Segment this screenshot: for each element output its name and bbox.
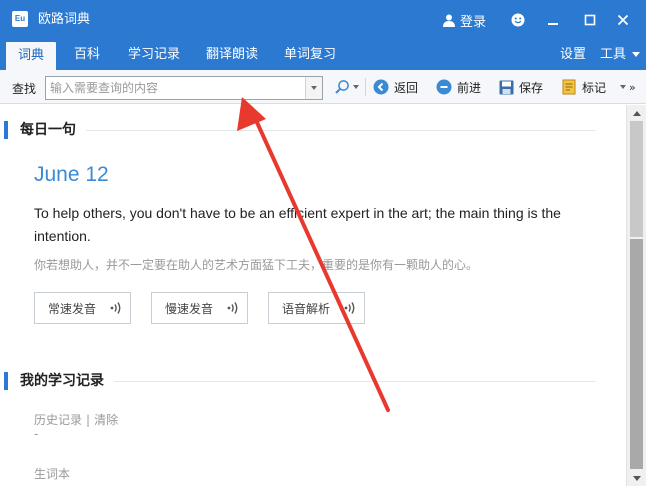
section-accent-bar — [4, 372, 8, 390]
daily-sentence-header: 每日一句 — [0, 120, 596, 140]
section-accent-bar — [4, 121, 8, 139]
maximize-button[interactable] — [578, 8, 602, 32]
login-button[interactable]: 登录 — [443, 11, 487, 30]
speech-analysis-button[interactable]: 语音解析 — [268, 292, 365, 324]
maximize-icon — [584, 14, 596, 26]
minimize-button[interactable] — [541, 8, 565, 32]
chevron-up-icon — [633, 110, 641, 116]
section-title: 我的学习记录 — [20, 372, 114, 390]
save-label: 保存 — [519, 80, 544, 95]
title-bar: Eu 欧路词典 登录 — [0, 0, 646, 40]
slow-speed-audio-button[interactable]: 慢速发音 — [151, 292, 248, 324]
search-box — [45, 76, 323, 100]
close-button[interactable] — [611, 8, 635, 32]
chevron-down-icon — [632, 52, 641, 57]
tab-study-records[interactable]: 学习记录 — [120, 40, 188, 70]
double-chevron-right-icon: » — [629, 80, 636, 94]
daily-date: June 12 — [34, 163, 109, 186]
forward-label: 前进 — [457, 80, 482, 95]
smiley-icon — [511, 13, 525, 27]
search-icon — [335, 80, 349, 94]
forward-button[interactable]: 前进 — [436, 77, 481, 97]
minimize-icon — [548, 23, 558, 25]
speaker-waves-icon — [344, 302, 355, 314]
chevron-down-icon — [311, 86, 317, 90]
feedback-button[interactable] — [506, 8, 530, 32]
save-button[interactable]: 保存 — [499, 77, 543, 97]
link-separator: | — [86, 413, 91, 427]
tools-menu[interactable]: 工具 — [600, 40, 641, 70]
bookmark-icon — [562, 79, 576, 95]
search-button[interactable] — [334, 77, 359, 97]
tab-dictionary[interactable]: 词典 — [6, 42, 56, 70]
close-icon — [617, 14, 629, 26]
toolbar-overflow-button[interactable]: » — [620, 77, 636, 97]
mark-button[interactable]: 标记 — [562, 77, 606, 97]
study-records-header: 我的学习记录 — [0, 371, 596, 391]
button-label: 常速发音 — [48, 301, 97, 316]
mark-label: 标记 — [582, 80, 607, 95]
tab-encyclopedia[interactable]: 百科 — [62, 40, 112, 70]
tab-translate-read[interactable]: 翻译朗读 — [198, 40, 266, 70]
speaker-waves-icon — [227, 302, 238, 314]
find-label: 查找 — [12, 82, 37, 96]
section-divider — [20, 130, 596, 131]
save-icon — [499, 80, 514, 94]
vertical-scrollbar[interactable] — [626, 105, 646, 486]
tab-bar: 词典 百科 学习记录 翻译朗读 单词复习 设置 工具 — [0, 40, 646, 70]
scroll-down-button[interactable] — [630, 471, 644, 485]
settings-menu[interactable]: 设置 — [560, 40, 586, 70]
scrollbar-track-lower[interactable] — [630, 239, 643, 469]
normal-speed-audio-button[interactable]: 常速发音 — [34, 292, 131, 324]
back-label: 返回 — [394, 80, 419, 95]
chevron-down-icon — [633, 475, 641, 481]
tools-label: 工具 — [600, 47, 627, 62]
history-row: 历史记录 | 清除 — [34, 411, 118, 428]
content-area: 每日一句 June 12 To help others, you don't h… — [0, 105, 626, 486]
history-empty-value: - — [34, 427, 39, 441]
app-logo: Eu — [12, 11, 28, 27]
toolbar-divider — [365, 78, 366, 96]
search-input[interactable] — [46, 77, 304, 99]
button-label: 慢速发音 — [165, 301, 214, 316]
vocabulary-book-link[interactable]: 生词本 — [34, 465, 70, 482]
button-label: 语音解析 — [282, 301, 331, 316]
section-title: 每日一句 — [20, 121, 86, 139]
daily-quote-chinese: 你若想助人，并不一定要在助人的艺术方面猛下工夫，重要的是你有一颗助人的心。 — [34, 258, 479, 272]
chevron-down-icon — [353, 85, 359, 89]
back-button[interactable]: 返回 — [373, 77, 418, 97]
speaker-waves-icon — [110, 302, 121, 314]
toolbar: 查找 返回 前进 保存 — [0, 70, 646, 104]
login-label: 登录 — [460, 14, 487, 30]
chevron-down-icon — [620, 85, 626, 89]
tab-word-review[interactable]: 单词复习 — [276, 40, 344, 70]
window-title: 欧路词典 — [38, 12, 91, 27]
search-history-dropdown[interactable] — [305, 77, 322, 99]
history-link[interactable]: 历史记录 — [34, 413, 82, 427]
clear-history-link[interactable]: 清除 — [94, 413, 118, 427]
forward-arrow-icon — [436, 79, 452, 95]
back-arrow-icon — [373, 79, 389, 95]
daily-quote-english: To help others, you don't have to be an … — [34, 205, 561, 244]
scrollbar-thumb[interactable] — [630, 121, 643, 237]
scroll-up-button[interactable] — [630, 106, 644, 120]
user-icon — [443, 14, 455, 27]
